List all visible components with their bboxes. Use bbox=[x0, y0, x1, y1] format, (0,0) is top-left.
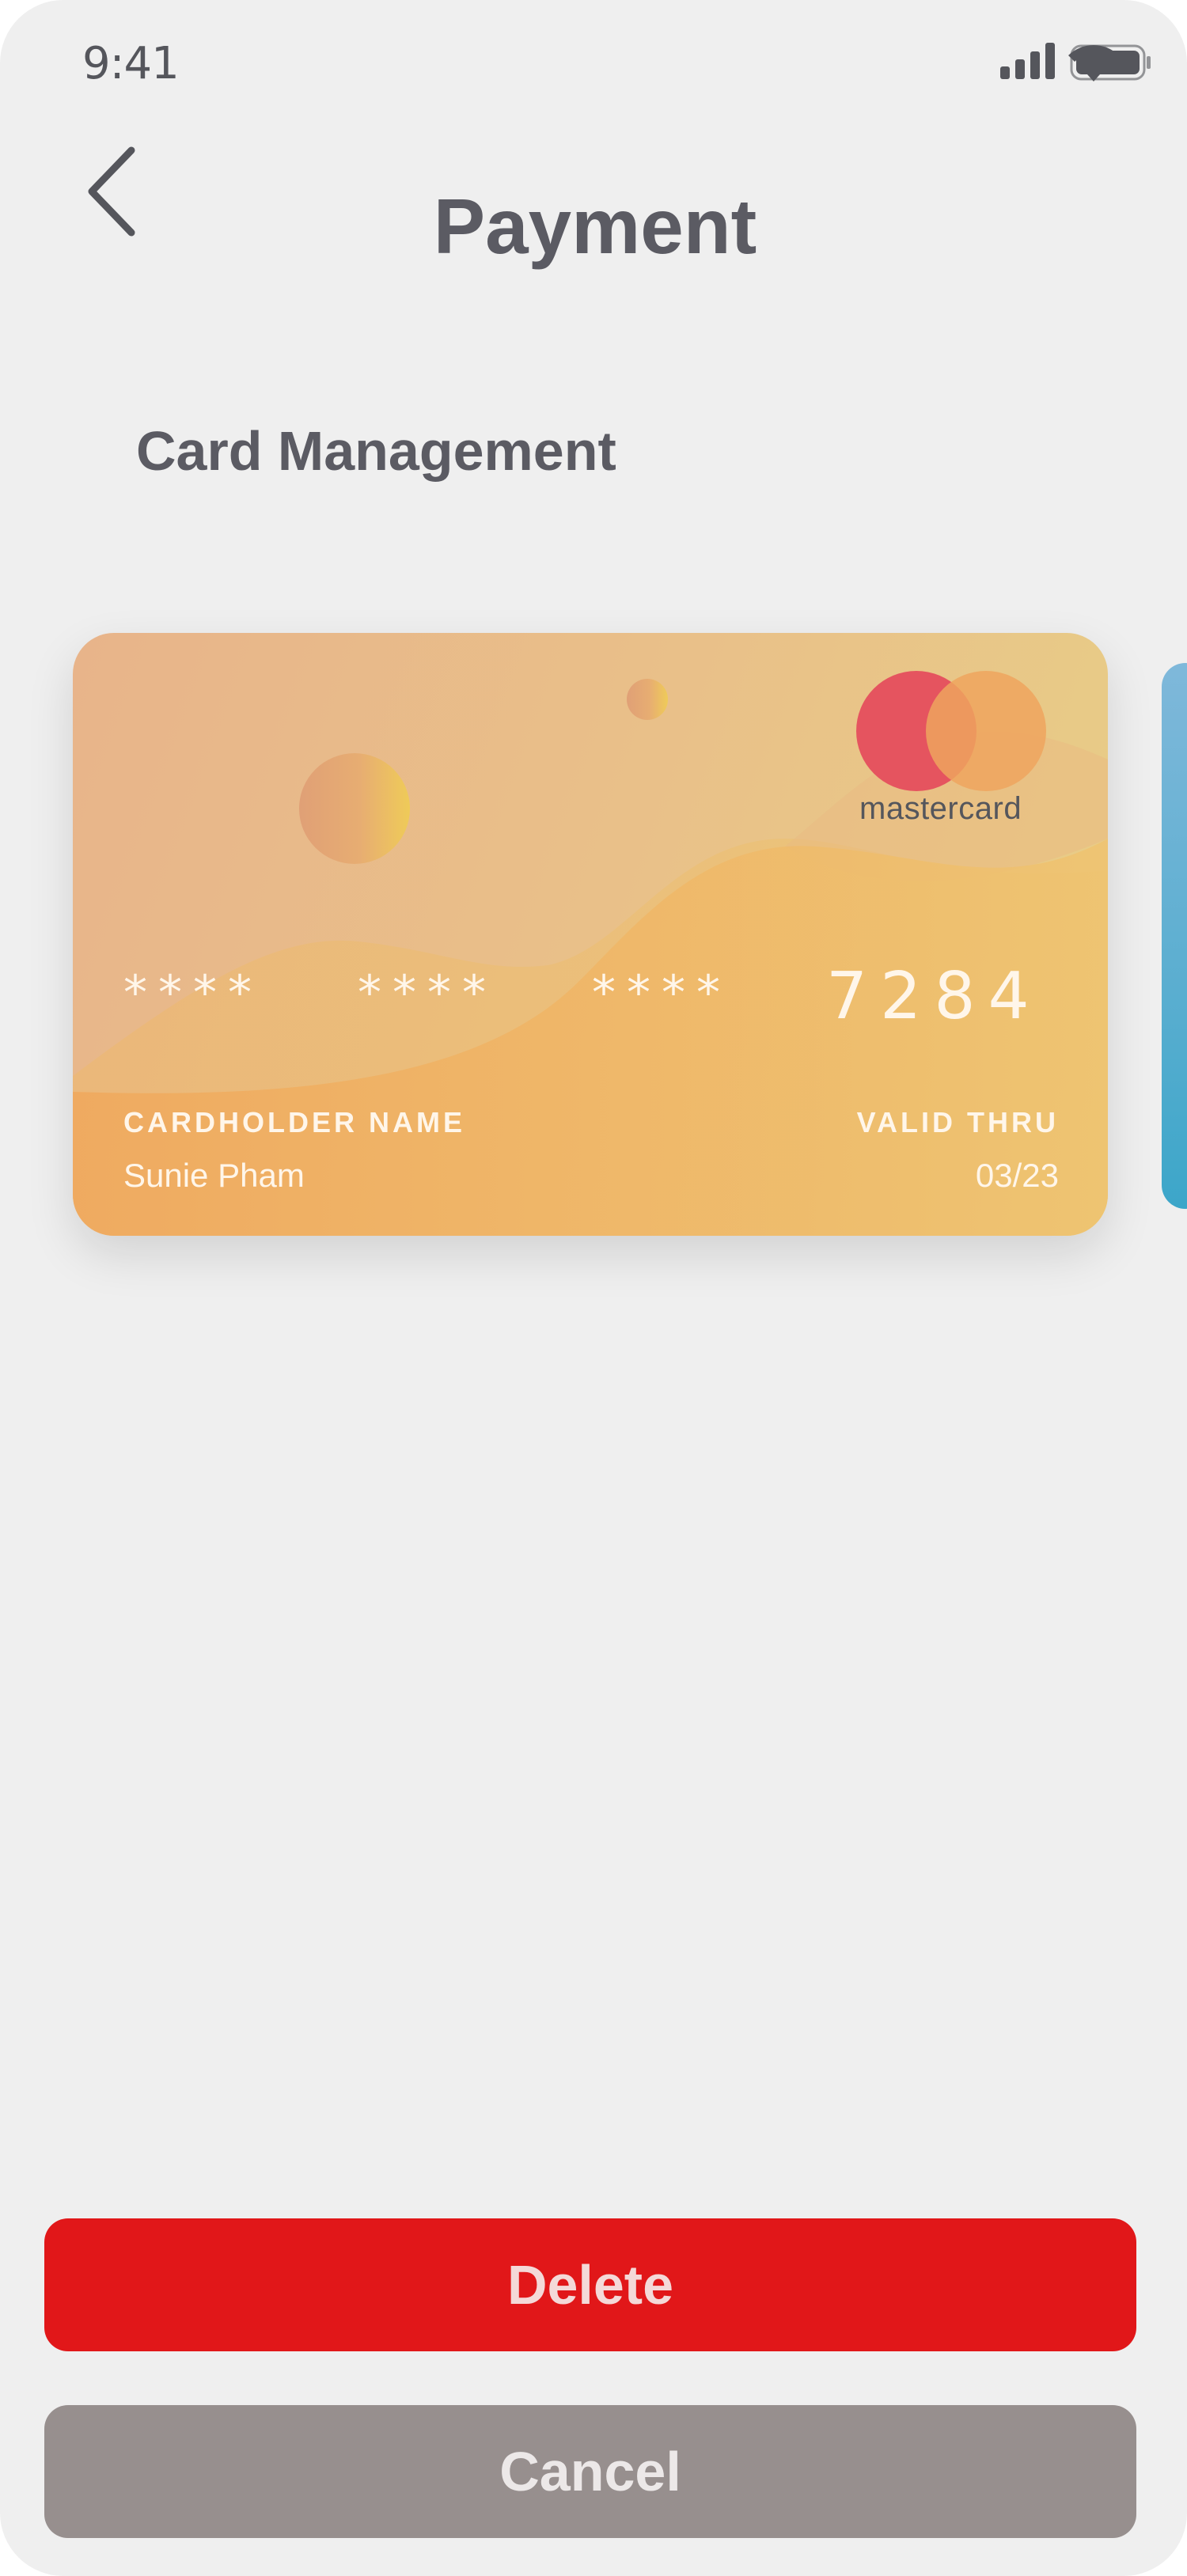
card-number-group-1: **** bbox=[123, 965, 263, 1021]
page-title: Payment bbox=[433, 183, 757, 270]
cardholder-name: Sunie Pham bbox=[123, 1157, 305, 1194]
card-number-last4: 7284 bbox=[826, 959, 1042, 1034]
card-brand: mastercard bbox=[859, 791, 1022, 826]
delete-button[interactable]: Delete bbox=[44, 2218, 1136, 2351]
valid-thru-label: VALID THRU bbox=[856, 1106, 1059, 1138]
card-number-group-2: **** bbox=[358, 965, 497, 1021]
card-number-group-3: **** bbox=[592, 965, 731, 1021]
cardholder-label: CARDHOLDER NAME bbox=[123, 1106, 465, 1138]
status-time: 9:41 bbox=[82, 38, 180, 89]
valid-thru-value: 03/23 bbox=[975, 1157, 1059, 1194]
battery-icon bbox=[1070, 44, 1151, 81]
cancel-button[interactable]: Cancel bbox=[44, 2405, 1136, 2538]
next-card-peek[interactable] bbox=[1162, 663, 1187, 1209]
phone-screen: 9:41 Payment Card Management mastercard … bbox=[0, 0, 1187, 2576]
section-title: Card Management bbox=[136, 420, 616, 482]
signal-icon bbox=[1000, 43, 1055, 79]
mastercard-logo-icon bbox=[853, 669, 1049, 796]
